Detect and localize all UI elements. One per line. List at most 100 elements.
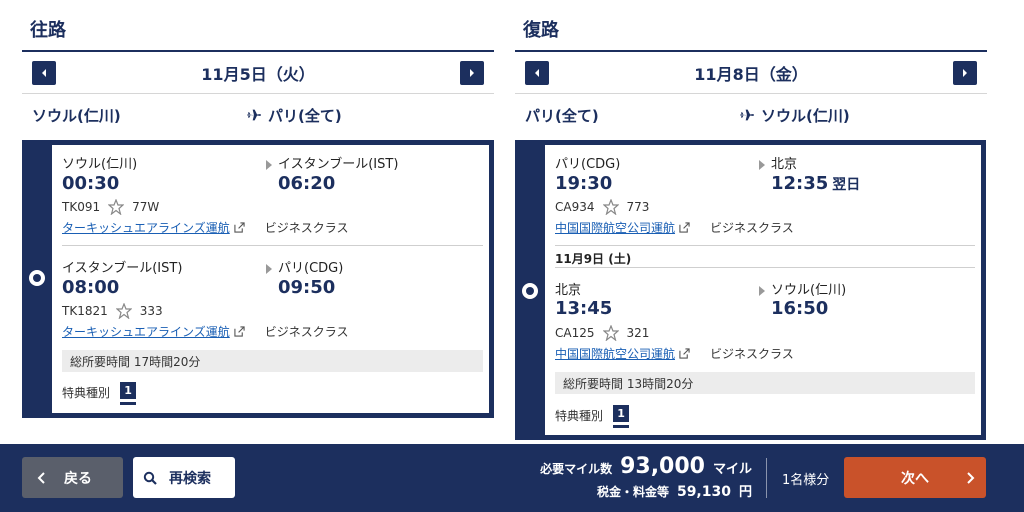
chevron-left-icon bbox=[42, 68, 46, 77]
arr-city: ソウル(仁川) bbox=[771, 283, 847, 298]
outbound-heading: 往路 bbox=[30, 20, 66, 41]
flight-number: TK1821 bbox=[62, 304, 108, 318]
arr-time: 06:20 bbox=[278, 173, 336, 194]
flight-meta: CA125 321 bbox=[555, 325, 649, 341]
return-card-inner: パリ(CDG) 19:30 北京 12:35 翌日 CA934 773 中国国際航… bbox=[545, 145, 981, 435]
award-label: 特典種別 bbox=[62, 385, 111, 400]
return-route: パリ(全て) ソウル(仁川) bbox=[515, 94, 987, 136]
external-link-icon bbox=[679, 348, 690, 359]
footer-divider bbox=[766, 458, 767, 498]
operator-row: 中国国際航空公司運航 ビジネスクラス bbox=[555, 219, 794, 236]
dep-time: 19:30 bbox=[555, 173, 613, 194]
operator-row: ターキッシュエアラインズ運航 ビジネスクラス bbox=[62, 219, 349, 236]
route-origin: ソウル(仁川) bbox=[32, 106, 121, 125]
outbound-header: 往路 bbox=[22, 0, 494, 52]
total-duration: 総所要時間 13時間20分 bbox=[555, 372, 975, 394]
arr-time-wrap: 12:35 翌日 bbox=[771, 173, 860, 194]
next-button[interactable]: 次へ bbox=[844, 457, 986, 498]
operator-row: 中国国際航空公司運航 ビジネスクラス bbox=[555, 345, 794, 362]
tax-value: 59,130 bbox=[676, 484, 731, 500]
arr-city-wrap: パリ(CDG) bbox=[266, 257, 343, 276]
outbound-flight-card[interactable]: ソウル(仁川) 00:30 イスタンブール(IST) 06:20 TK091 7… bbox=[22, 140, 494, 418]
arr-city: 北京 bbox=[771, 157, 798, 172]
cabin-class: ビジネスクラス bbox=[710, 221, 794, 235]
award-type: 特典種別 1 bbox=[555, 405, 630, 425]
flight-number: CA125 bbox=[555, 326, 595, 340]
total-duration: 総所要時間 17時間20分 bbox=[62, 350, 483, 372]
external-link-icon bbox=[234, 326, 245, 337]
flight-number: TK091 bbox=[62, 200, 101, 214]
research-label: 再検索 bbox=[169, 470, 211, 487]
arrow-right-icon bbox=[266, 159, 272, 170]
chevron-right-icon bbox=[470, 68, 474, 77]
return-select-radio[interactable] bbox=[522, 283, 538, 299]
external-link-icon bbox=[234, 222, 245, 233]
aircraft-type: 321 bbox=[626, 326, 650, 340]
award-type: 特典種別 1 bbox=[62, 382, 137, 402]
award-badge: 1 bbox=[120, 382, 137, 402]
operator-row: ターキッシュエアラインズ運航 ビジネスクラス bbox=[62, 323, 349, 340]
route-destination: ソウル(仁川) bbox=[761, 106, 850, 125]
flight-number: CA934 bbox=[555, 200, 595, 214]
next-date-button[interactable] bbox=[460, 60, 484, 85]
segment-divider bbox=[62, 245, 483, 246]
arr-city-wrap: ソウル(仁川) bbox=[759, 279, 846, 298]
aircraft-type: 77W bbox=[132, 200, 160, 214]
award-label: 特典種別 bbox=[555, 408, 604, 423]
research-button[interactable]: 再検索 bbox=[133, 457, 235, 498]
outbound-route: ソウル(仁川) パリ(全て) bbox=[22, 94, 494, 136]
tax-row: 税金・料金等 59,130 円 bbox=[540, 481, 752, 500]
route-destination-wrap: ソウル(仁川) bbox=[739, 105, 850, 126]
back-label: 戻る bbox=[64, 470, 92, 487]
airplane-icon bbox=[740, 109, 754, 121]
miles-value: 93,000 bbox=[620, 454, 705, 479]
dep-time: 13:45 bbox=[555, 298, 613, 319]
return-flight-card[interactable]: パリ(CDG) 19:30 北京 12:35 翌日 CA934 773 中国国際航… bbox=[515, 140, 986, 440]
next-date-button[interactable] bbox=[953, 60, 977, 85]
flight-meta: TK1821 333 bbox=[62, 303, 163, 319]
aircraft-type: 773 bbox=[626, 200, 650, 214]
arr-time: 09:50 bbox=[278, 277, 336, 298]
return-date: 11月8日（金） bbox=[694, 64, 808, 84]
return-heading: 復路 bbox=[523, 20, 559, 41]
star-alliance-icon bbox=[602, 325, 619, 341]
return-header: 復路 bbox=[515, 0, 987, 52]
operator-link[interactable]: 中国国際航空公司運航 bbox=[555, 345, 675, 362]
chevron-right-icon bbox=[963, 68, 967, 77]
outbound-date-bar: 11月5日（火） bbox=[22, 52, 494, 94]
outbound-select-radio[interactable] bbox=[29, 270, 45, 286]
star-alliance-icon bbox=[115, 303, 132, 319]
chevron-right-icon bbox=[967, 472, 975, 484]
chevron-left-icon bbox=[37, 471, 45, 484]
arr-time: 12:35 bbox=[771, 173, 829, 194]
route-destination-wrap: パリ(全て) bbox=[246, 105, 342, 126]
search-icon bbox=[143, 471, 157, 485]
arr-city-wrap: イスタンブール(IST) bbox=[266, 153, 398, 172]
prev-date-button[interactable] bbox=[32, 60, 56, 85]
operator-link[interactable]: 中国国際航空公司運航 bbox=[555, 219, 675, 236]
dep-city: 北京 bbox=[555, 283, 582, 298]
dep-city: ソウル(仁川) bbox=[62, 157, 138, 172]
arrow-right-icon bbox=[759, 285, 765, 296]
back-button[interactable]: 戻る bbox=[22, 457, 123, 498]
return-date-bar: 11月8日（金） bbox=[515, 52, 987, 94]
route-destination: パリ(全て) bbox=[268, 106, 342, 125]
arr-time: 16:50 bbox=[771, 298, 829, 319]
dep-city: パリ(CDG) bbox=[555, 157, 621, 172]
cabin-class: ビジネスクラス bbox=[710, 347, 794, 361]
outbound-card-inner: ソウル(仁川) 00:30 イスタンブール(IST) 06:20 TK091 7… bbox=[52, 145, 489, 413]
star-alliance-icon bbox=[108, 199, 125, 215]
miles-label: 必要マイル数 bbox=[540, 462, 613, 476]
dep-time: 00:30 bbox=[62, 173, 120, 194]
chevron-left-icon bbox=[535, 68, 539, 77]
operator-link[interactable]: ターキッシュエアラインズ運航 bbox=[62, 323, 230, 340]
operator-link[interactable]: ターキッシュエアラインズ運航 bbox=[62, 219, 230, 236]
flight-meta: TK091 77W bbox=[62, 199, 159, 215]
tax-label: 税金・料金等 bbox=[596, 485, 669, 499]
segment-divider bbox=[555, 267, 975, 268]
route-origin: パリ(全て) bbox=[525, 106, 599, 125]
external-link-icon bbox=[679, 222, 690, 233]
star-alliance-icon bbox=[602, 199, 619, 215]
airplane-icon bbox=[247, 109, 261, 121]
prev-date-button[interactable] bbox=[525, 60, 549, 85]
